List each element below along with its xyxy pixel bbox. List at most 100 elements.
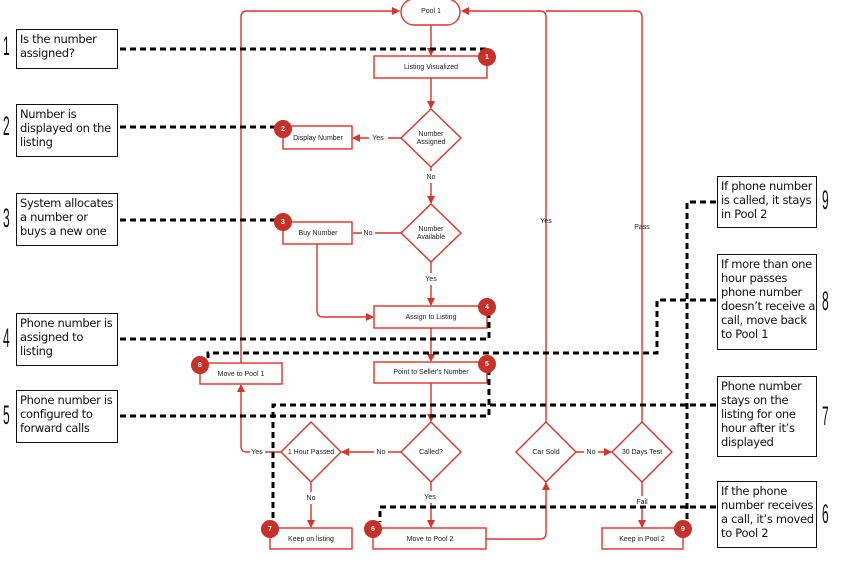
node-label: Move to Pool 2 — [407, 536, 454, 543]
annotation-line: a call, it’s moved — [721, 512, 814, 526]
node-point-to-sellers-number: Point to Seller's Number — [373, 361, 488, 384]
edge-test-pass — [546, 10, 643, 422]
label-hour-yes: Yes — [251, 449, 263, 456]
edge-buy-assign — [316, 244, 374, 321]
node-label: Listing Visualized — [404, 64, 458, 71]
node-keep-on-listing: Keep on listing — [269, 527, 353, 550]
label-test-pass: Pass — [634, 224, 650, 231]
annotation-number-4: 4 — [3, 324, 10, 354]
label-available-no: No — [364, 230, 373, 237]
annotation-line: listing — [20, 135, 53, 149]
annotation-line: displayed — [721, 435, 774, 449]
badge-5: 5 — [478, 355, 496, 373]
node-number-assigned: Number Assigned — [399, 108, 463, 168]
badge-8: 8 — [191, 356, 209, 374]
annotation-line: listing for one — [721, 407, 796, 421]
node-label: Buy Number — [299, 230, 339, 237]
badge-number: 7 — [268, 526, 272, 533]
annotation-line: is called, it stays — [721, 193, 812, 207]
annotation-line: Phone number is — [20, 316, 113, 330]
annotation-line: configured to — [20, 407, 93, 421]
edge-hour-yes — [241, 385, 281, 453]
node-label: Assigned — [417, 139, 446, 146]
node-label: Keep in Pool 2 — [619, 536, 665, 543]
annotation-line: Is the number — [20, 32, 97, 46]
annotation-number-5: 5 — [3, 401, 10, 431]
annotation-line: assigned to — [20, 330, 84, 344]
annotation-line: listing — [20, 344, 53, 358]
badge-number: 2 — [281, 126, 285, 133]
annotation-line: System allocates — [20, 196, 114, 210]
leader-9 — [685, 200, 716, 520]
node-number-available: Number Available — [399, 203, 463, 263]
label-available-yes: Yes — [425, 276, 437, 283]
node-30-days-test: 30 Days Test — [611, 421, 673, 483]
node-listing-visualized: Listing Visualized — [373, 55, 488, 79]
node-move-to-pool2: Move to Pool 2 — [372, 527, 487, 550]
badge-7: 7 — [261, 520, 279, 538]
annotation-line: If more than one — [721, 257, 812, 271]
annotation-number-8: 8 — [822, 287, 829, 317]
annotation-line: hour after it’s — [721, 421, 795, 435]
badge-4: 4 — [478, 298, 496, 316]
label-called-no: No — [377, 449, 386, 456]
annotation-6: If the phone number receives a call, it’… — [717, 481, 817, 548]
annotation-number-2: 2 — [3, 112, 10, 142]
annotation-line: call, move back — [721, 313, 807, 327]
badge-6: 6 — [364, 520, 382, 538]
annotation-number-1: 1 — [3, 32, 10, 62]
annotation-7: Phone number stays on the listing for on… — [717, 376, 817, 457]
annotation-line: stays on the — [721, 393, 789, 407]
annotation-line: to Pool 1 — [721, 327, 769, 341]
annotation-3: System allocates a number or buys a new … — [16, 193, 118, 246]
node-label: Car Sold — [532, 449, 559, 456]
badge-9: 9 — [674, 520, 692, 538]
badge-number: 5 — [485, 361, 489, 368]
node-called: Called? — [400, 421, 462, 483]
annotation-1: Is the number assigned? — [16, 29, 118, 69]
annotation-line: a number or — [20, 210, 88, 224]
annotation-number-3: 3 — [3, 204, 10, 234]
annotation-line: assigned? — [20, 46, 75, 60]
edge-pool2-carsold — [486, 482, 550, 540]
annotation-line: Phone number — [721, 379, 802, 393]
node-label: Called? — [419, 449, 443, 456]
label-hour-no: No — [307, 495, 316, 502]
annotation-line: If the phone — [721, 484, 788, 498]
badge-number: 1 — [485, 54, 489, 61]
annotation-line: Phone number is — [20, 393, 113, 407]
badge-number: 4 — [485, 304, 489, 311]
annotation-8: If more than one hour passes phone numbe… — [717, 254, 817, 350]
annotation-line: hour passes — [721, 271, 788, 285]
node-label: 30 Days Test — [622, 449, 662, 456]
annotation-number-6: 6 — [822, 500, 829, 530]
node-label: Display Number — [293, 135, 343, 142]
annotation-line: number receives — [721, 498, 814, 512]
label-carsold-yes: Yes — [540, 218, 552, 225]
annotation-line: Number is — [20, 107, 77, 121]
node-label: Number — [419, 226, 445, 233]
node-one-hour-passed: 1 Hour Passed — [280, 421, 342, 483]
badge-number: 3 — [281, 219, 285, 226]
badge-number: 9 — [681, 526, 685, 533]
annotation-5: Phone number is configured to forward ca… — [16, 390, 118, 443]
badge-3: 3 — [274, 213, 292, 231]
annotation-2: Number is displayed on the listing — [16, 104, 118, 157]
node-pool1-label: Pool 1 — [421, 8, 441, 15]
label-called-yes: Yes — [424, 494, 436, 501]
node-label: Keep on listing — [288, 536, 334, 543]
node-label: Available — [417, 234, 445, 241]
annotation-line: to Pool 2 — [721, 526, 769, 540]
node-label: Assign to Listing — [406, 314, 457, 321]
node-keep-in-pool2: Keep in Pool 2 — [601, 527, 684, 550]
annotation-9: If phone number is called, it stays in P… — [717, 176, 817, 228]
node-car-sold: Car Sold — [515, 421, 577, 483]
node-display-number: Display Number — [282, 125, 353, 150]
annotation-line: in Pool 2 — [721, 207, 768, 221]
label-assigned-yes: Yes — [372, 135, 384, 142]
badge-number: 6 — [371, 526, 375, 533]
annotation-4: Phone number is assigned to listing — [16, 313, 118, 366]
node-assign-to-listing: Assign to Listing — [373, 305, 488, 329]
badge-number: 8 — [198, 362, 202, 369]
node-move-to-pool1: Move to Pool 1 — [199, 362, 283, 385]
